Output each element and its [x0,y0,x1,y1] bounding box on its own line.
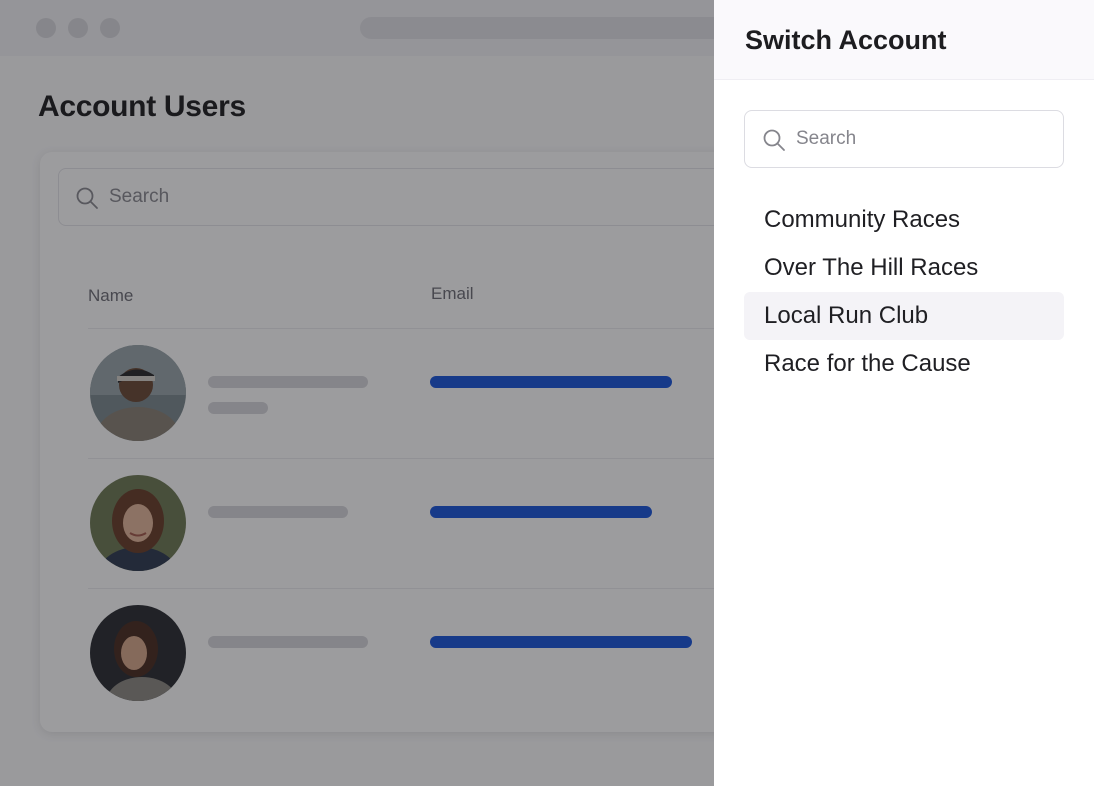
account-item-race-for-the-cause[interactable]: Race for the Cause [744,340,1064,388]
panel-header: Switch Account [714,0,1094,80]
search-icon [762,128,786,157]
account-item-community-races[interactable]: Community Races [744,196,1064,244]
account-item-local-run-club[interactable]: Local Run Club [744,292,1064,340]
modal-backdrop[interactable] [0,0,714,786]
account-list: Community Races Over The Hill Races Loca… [744,196,1064,388]
switch-account-panel: Switch Account Community Races Over The … [714,0,1094,786]
panel-title: Switch Account [745,25,947,55]
account-search-input[interactable] [796,111,1051,167]
account-search-box[interactable] [744,110,1064,168]
account-item-over-the-hill-races[interactable]: Over The Hill Races [744,244,1064,292]
